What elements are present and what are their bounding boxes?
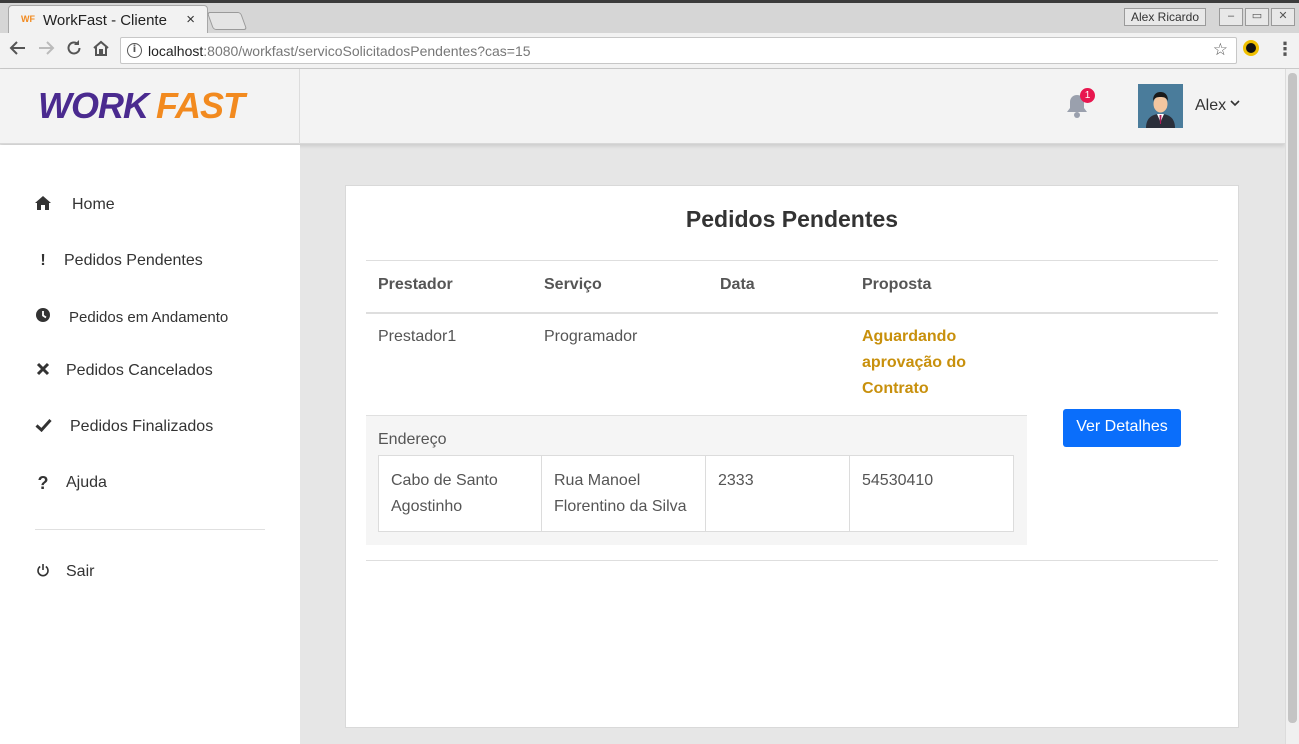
browser-tab[interactable]: WF WorkFast - Cliente × [8, 5, 208, 36]
forward-arrow-icon[interactable] [37, 39, 55, 63]
sidebar-item-label: Sair [66, 563, 95, 580]
extension-icon[interactable] [1243, 40, 1259, 56]
notification-badge: 1 [1080, 88, 1095, 103]
avatar[interactable] [1138, 84, 1183, 128]
sidebar-divider [35, 529, 265, 530]
sidebar-item-pedidos-pendentes[interactable]: ! Pedidos Pendentes [34, 246, 203, 276]
app-root: WORK FAST 1 Alex Home ! Pedidos Pendente… [0, 69, 1285, 744]
url-host: localhost [148, 43, 204, 59]
window-user-label[interactable]: Alex Ricardo [1124, 8, 1207, 26]
bookmark-star-icon[interactable]: ☆ [1213, 40, 1228, 60]
sidebar-item-pedidos-finalizados[interactable]: Pedidos Finalizados [34, 412, 213, 442]
home-icon [34, 195, 52, 216]
logo-fast: FAST [155, 85, 245, 126]
logo-container: WORK FAST [0, 69, 300, 144]
address-label: Endereço [378, 431, 447, 448]
column-header-prestador: Prestador [378, 276, 453, 293]
sidebar-item-ajuda[interactable]: ? Ajuda [34, 468, 107, 498]
user-menu-name[interactable]: Alex [1195, 97, 1226, 115]
scrollbar-thumb[interactable] [1288, 73, 1297, 723]
sidebar-item-pedidos-cancelados[interactable]: Pedidos Cancelados [34, 356, 213, 386]
browser-toolbar: i localhost:8080/workfast/servicoSolicit… [0, 33, 1299, 69]
address-line: Cabo de Santo [391, 472, 498, 489]
logo-work: WORK [38, 85, 149, 126]
divider [366, 260, 1218, 261]
x-icon [34, 362, 52, 381]
url-text[interactable]: localhost:8080/workfast/servicoSolicitad… [148, 43, 531, 59]
sidebar-item-label: Pedidos em Andamento [69, 308, 229, 326]
page-scrollbar[interactable] [1285, 69, 1299, 744]
favicon-icon: WF [21, 14, 39, 28]
status-line: Aguardando [862, 328, 957, 345]
sidebar-item-label: Pedidos Finalizados [70, 418, 214, 435]
status-badge: Aguardando aprovação do Contrato [862, 324, 1002, 402]
address-cell-street: Rua Manoel Florentino da Silva [542, 456, 706, 531]
browser-tab-bar: WF WorkFast - Cliente × Alex Ricardo – ▭… [0, 0, 1299, 36]
column-header-servico: Serviço [544, 276, 602, 293]
reload-icon[interactable] [65, 39, 83, 63]
sidebar-item-label: Pedidos Cancelados [66, 362, 213, 379]
browser-menu-icon[interactable]: ⋮ [1276, 39, 1294, 60]
question-icon: ? [37, 472, 49, 493]
check-icon [34, 418, 52, 437]
sidebar: Home ! Pedidos Pendentes Pedidos em Anda… [0, 145, 300, 744]
favicon-text: WF [21, 14, 35, 24]
column-header-data: Data [720, 276, 755, 293]
status-line: aprovação do [862, 354, 967, 371]
status-line: Contrato [862, 380, 929, 397]
divider [366, 560, 1218, 561]
tab-close-icon[interactable]: × [186, 11, 195, 28]
info-icon[interactable]: i [127, 43, 142, 58]
address-section: Endereço Cabo de Santo Agostinho Rua Man… [366, 415, 1027, 545]
power-icon [34, 563, 52, 582]
back-arrow-icon[interactable] [9, 39, 27, 63]
chevron-down-icon[interactable] [1230, 99, 1240, 110]
close-window-button[interactable]: ✕ [1271, 8, 1295, 26]
address-line: Rua Manoel [554, 472, 641, 489]
app-header: WORK FAST 1 Alex [0, 69, 1285, 144]
address-line: 2333 [718, 472, 754, 489]
sidebar-item-label: Ajuda [66, 474, 107, 491]
address-line: Florentino da Silva [554, 498, 687, 515]
clock-icon [34, 307, 52, 328]
address-line: Agostinho [391, 498, 463, 515]
tab-title: WorkFast - Cliente [43, 12, 167, 29]
address-line: 54530410 [862, 472, 934, 489]
sidebar-item-pedidos-em-andamento[interactable]: Pedidos em Andamento [34, 302, 228, 332]
address-bar[interactable]: i localhost:8080/workfast/servicoSolicit… [120, 37, 1237, 64]
ver-detalhes-button[interactable]: Ver Detalhes [1063, 409, 1181, 447]
url-path: :8080/workfast/servicoSolicitadosPendent… [203, 43, 531, 59]
minimize-button[interactable]: – [1219, 8, 1243, 26]
cell-servico: Programador [544, 328, 638, 345]
maximize-button[interactable]: ▭ [1245, 8, 1269, 26]
address-table: Cabo de Santo Agostinho Rua Manoel Flore… [378, 455, 1014, 532]
page-title: Pedidos Pendentes [685, 206, 899, 232]
exclamation-icon: ! [40, 252, 46, 269]
cell-prestador: Prestador1 [378, 328, 457, 345]
table-header-divider [366, 312, 1218, 314]
new-tab-button[interactable] [206, 12, 248, 30]
column-header-proposta: Proposta [862, 276, 932, 293]
address-cell-city: Cabo de Santo Agostinho [379, 456, 542, 531]
home-icon[interactable] [92, 39, 110, 63]
sidebar-item-label: Home [72, 196, 115, 213]
address-cell-zipcode: 54530410 [850, 456, 1013, 531]
address-cell-number: 2333 [706, 456, 850, 531]
pending-orders-panel: Pedidos Pendentes Prestador Serviço Data… [345, 185, 1239, 728]
sidebar-item-home[interactable]: Home [34, 190, 115, 220]
workfast-logo[interactable]: WORK FAST [38, 85, 245, 127]
sidebar-item-sair[interactable]: Sair [34, 557, 94, 587]
sidebar-item-label: Pedidos Pendentes [64, 252, 203, 269]
